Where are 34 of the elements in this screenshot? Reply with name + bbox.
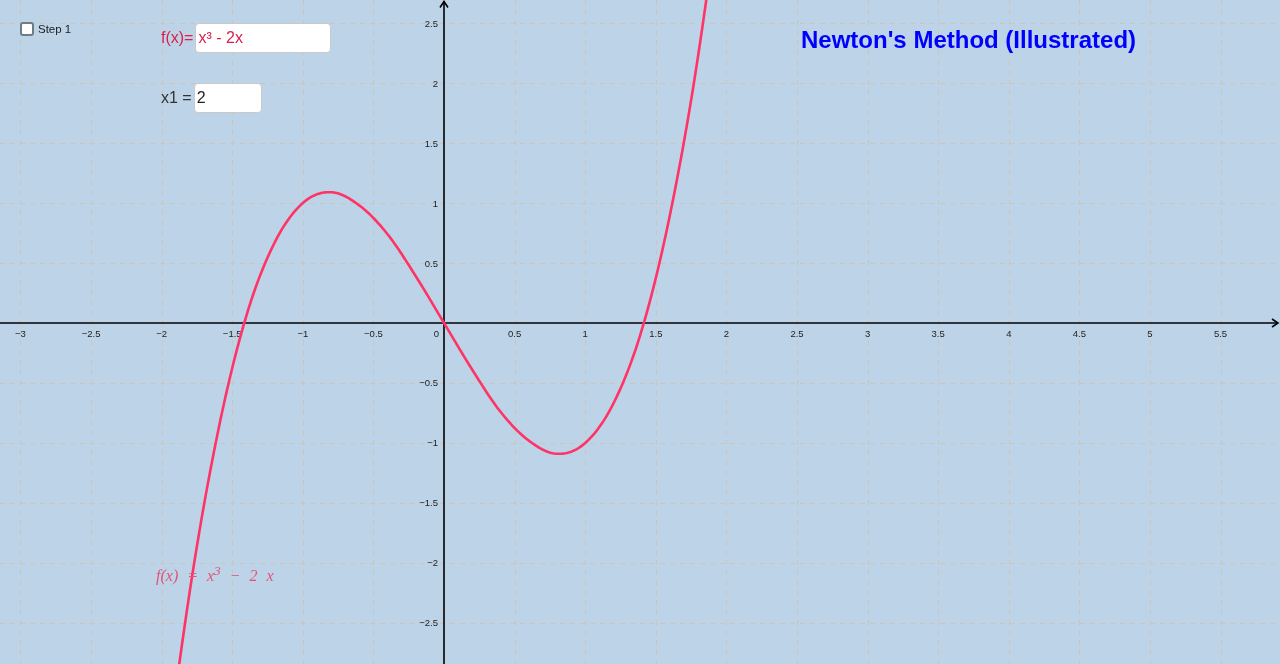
x-tick-label: 5 (1147, 327, 1153, 339)
x-tick-label: 5.5 (1213, 327, 1228, 339)
y-tick-label: 1 (432, 197, 438, 209)
initial-value-label: x1 = (161, 89, 192, 107)
initial-value-input[interactable]: 2 (193, 83, 262, 113)
y-tick-label: −0.5 (419, 377, 438, 389)
x-tick-label: −0.5 (364, 327, 383, 339)
x-tick-label: 3.5 (931, 327, 945, 339)
step-checkbox-label[interactable]: Step 1 (38, 22, 72, 36)
y-tick-label: −1.5 (419, 497, 438, 509)
x-tick-label: 1.5 (649, 327, 663, 339)
x-tick-label: −2 (156, 327, 168, 339)
function-input[interactable]: x³ - 2x (195, 23, 332, 53)
x-tick-label: −3 (15, 327, 26, 339)
y-tick-label: 1.5 (424, 137, 438, 149)
x-tick-label: 2 (723, 327, 730, 339)
y-tick-label: −2.5 (419, 617, 438, 629)
y-tick-label: −1 (427, 437, 438, 449)
step-checkbox[interactable] (20, 22, 34, 36)
x-tick-label: 2.5 (790, 327, 804, 339)
x-tick-label: 0.5 (508, 327, 522, 339)
y-tick-label: −2 (427, 557, 438, 569)
x-tick-label: 4.5 (1072, 327, 1086, 339)
y-tick-label: 2 (432, 77, 438, 89)
y-tick-label: 0.5 (424, 257, 438, 269)
x-tick-label: 3 (864, 327, 871, 339)
x-tick-label: 1 (582, 327, 588, 339)
x-tick-label: −2.5 (81, 327, 101, 339)
x-tick-label: 4 (1006, 327, 1012, 339)
function-input-label: f(x)= (161, 29, 194, 47)
x-tick-label: −1 (297, 327, 309, 339)
y-tick-label: 2.5 (424, 17, 438, 29)
x-tick-label: 0 (433, 327, 439, 339)
page-title: Newton's Method (Illustrated) (801, 26, 1137, 54)
